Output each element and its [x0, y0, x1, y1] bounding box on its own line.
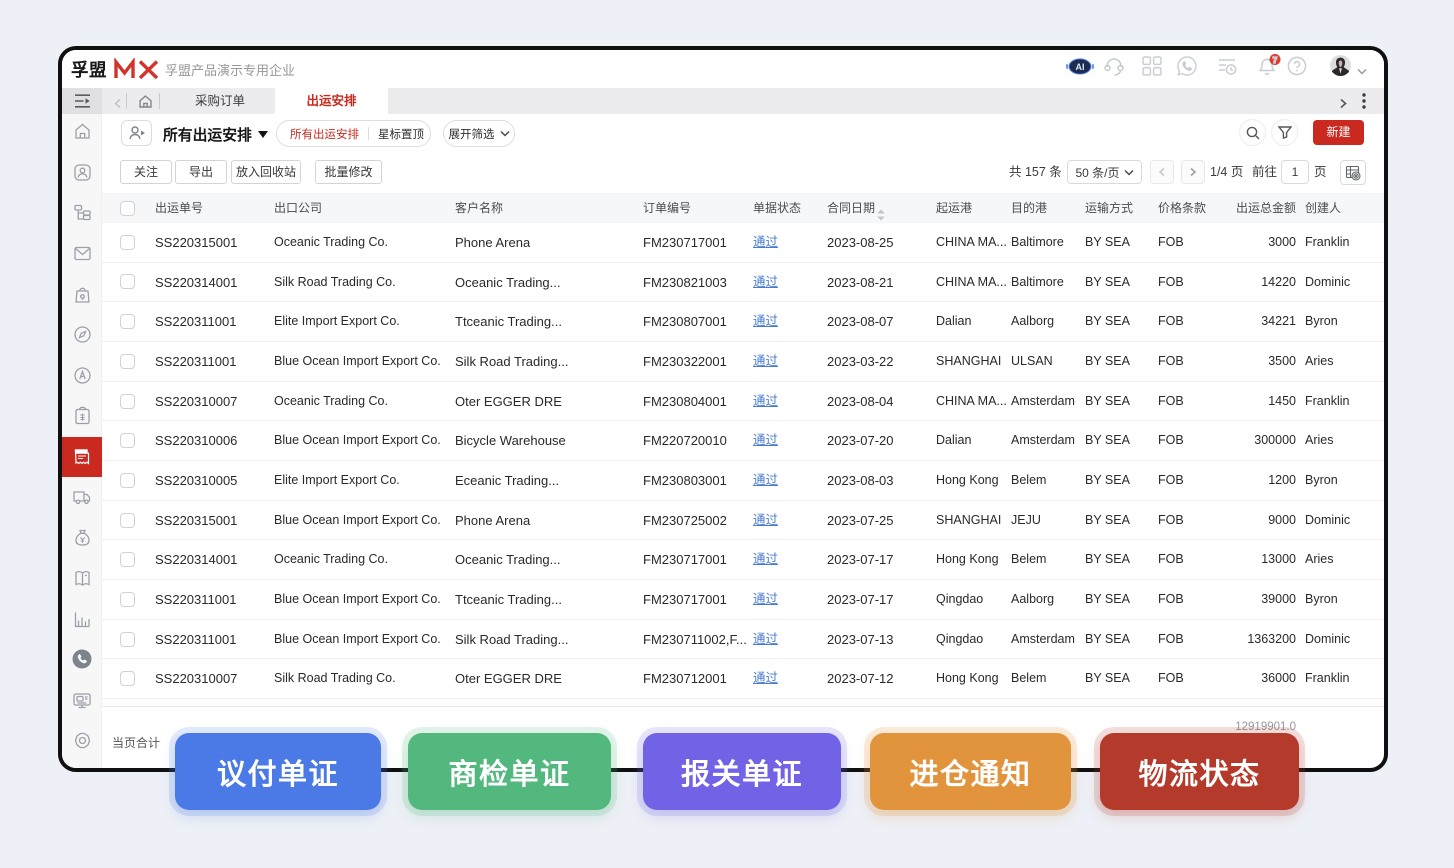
svg-text:7: 7: [1273, 55, 1278, 65]
svg-text:AI: AI: [1076, 62, 1085, 72]
